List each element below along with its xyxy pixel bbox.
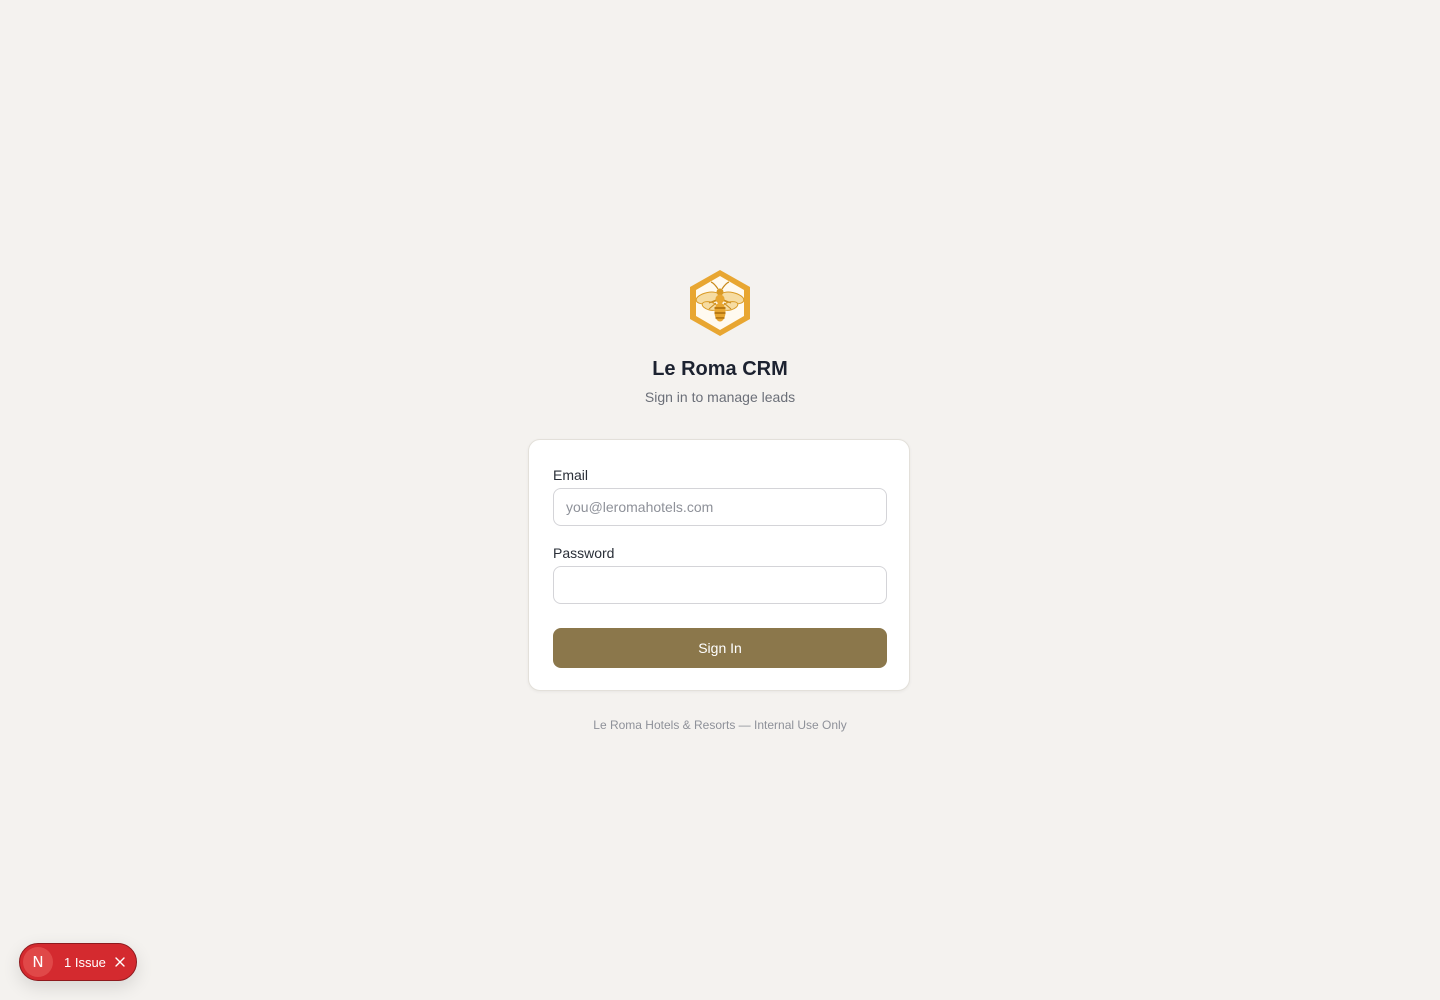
close-icon[interactable] [114,956,126,968]
nextjs-logo-icon[interactable]: N [23,947,53,977]
login-page: Le Roma CRM Sign in to manage leads Emai… [0,0,1440,1000]
password-label: Password [553,545,615,561]
password-input[interactable] [553,566,887,604]
app-subtitle: Sign in to manage leads [644,389,796,405]
email-label: Email [553,467,589,483]
footer-text: Le Roma Hotels & Resorts — Internal Use … [593,718,847,732]
honeybee-hexagon-icon [690,270,750,336]
sign-in-button[interactable]: Sign In [553,628,887,668]
issue-count-label[interactable]: 1 Issue [64,955,106,970]
login-form: Email Password Sign In [528,439,910,691]
dev-issues-badge[interactable]: N 1 Issue [19,943,137,981]
app-title: Le Roma CRM [652,358,788,380]
email-input[interactable] [553,488,887,526]
